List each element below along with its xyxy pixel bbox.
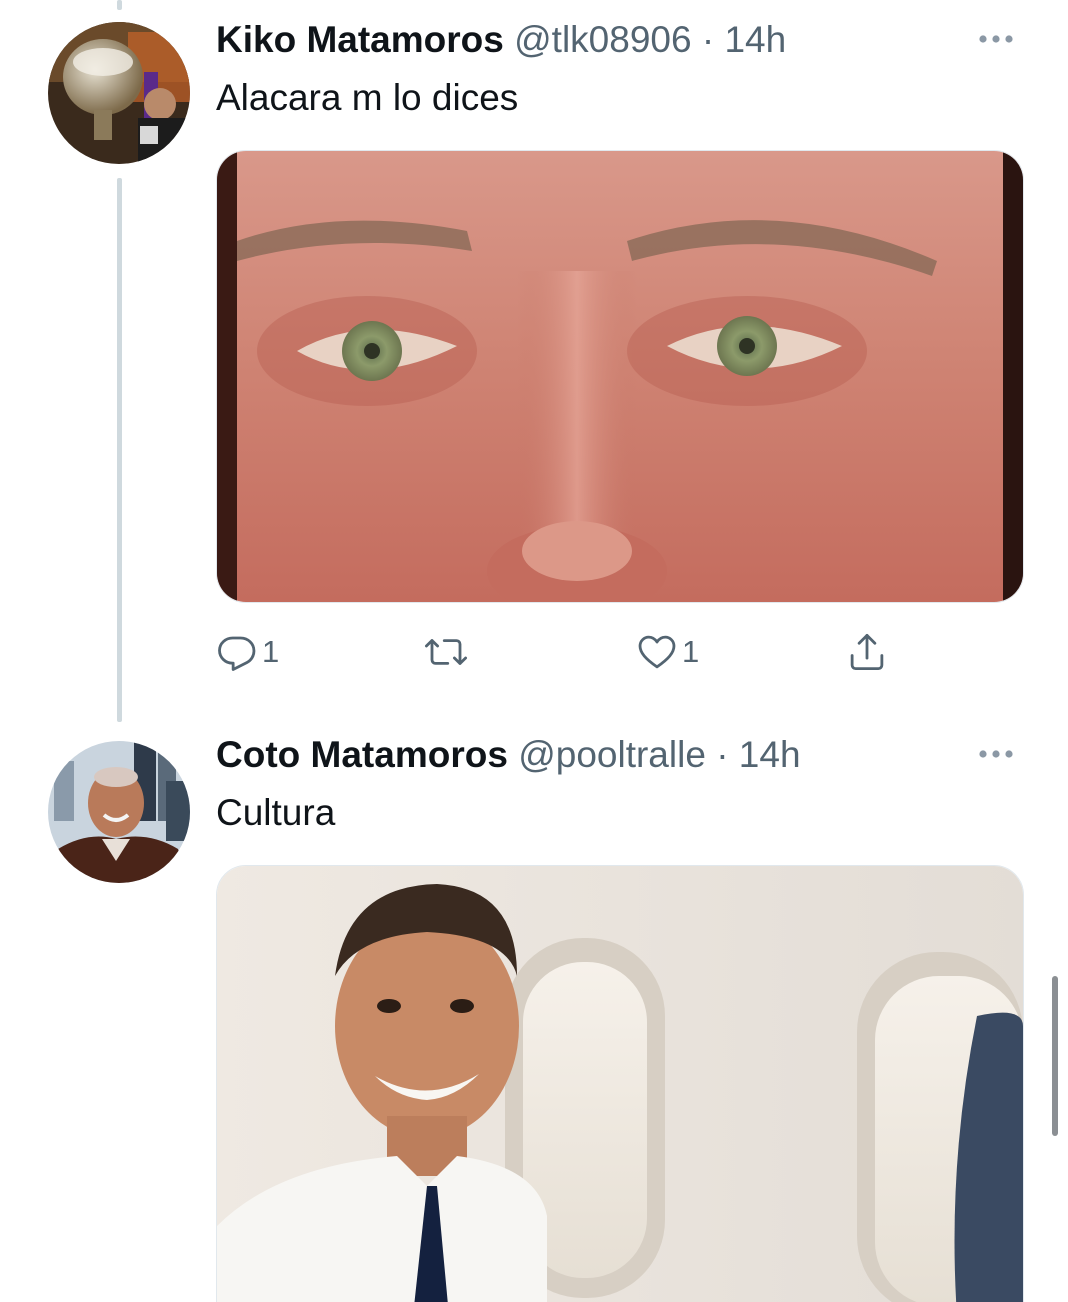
reply-count: 1 (262, 634, 280, 669)
like-icon (636, 631, 678, 673)
scrollbar[interactable] (1052, 976, 1058, 1136)
twitter-thread: Kiko Matamoros @tlk08906 · 14h Alacara m… (0, 0, 1068, 1302)
more-icon[interactable] (976, 32, 1016, 46)
avatar[interactable] (48, 741, 190, 883)
tweet-text: Alacara m lo dices (216, 77, 519, 118)
like-count: 1 (682, 634, 700, 669)
separator-dot: · (716, 734, 729, 775)
reply-button[interactable]: 1 (216, 628, 279, 676)
retweet-icon (422, 631, 470, 673)
tweet-photo[interactable] (216, 150, 1024, 603)
more-icon[interactable] (976, 747, 1016, 761)
tweet-header: Coto Matamoros @pooltralle · 14h (216, 733, 801, 777)
tweet[interactable]: Coto Matamoros @pooltralle · 14h Cultura (0, 715, 1068, 1302)
tweet-text: Cultura (216, 792, 336, 833)
reply-icon (216, 631, 258, 673)
avatar[interactable] (48, 22, 190, 164)
display-name[interactable]: Coto Matamoros (216, 734, 508, 775)
display-name[interactable]: Kiko Matamoros (216, 19, 504, 60)
tweet-photo[interactable] (216, 865, 1024, 1302)
tweet[interactable]: Kiko Matamoros @tlk08906 · 14h Alacara m… (0, 0, 1068, 700)
tweet-header: Kiko Matamoros @tlk08906 · 14h (216, 18, 786, 62)
share-icon (846, 631, 888, 673)
timestamp[interactable]: 14h (724, 19, 786, 60)
user-handle[interactable]: @pooltralle (518, 734, 706, 775)
user-handle[interactable]: @tlk08906 (514, 19, 691, 60)
separator-dot: · (701, 19, 715, 60)
tweet-actions: 1 1 (216, 628, 916, 678)
timestamp[interactable]: 14h (739, 734, 801, 775)
share-button[interactable] (846, 628, 888, 676)
retweet-button[interactable] (422, 628, 474, 676)
like-button[interactable]: 1 (636, 628, 699, 676)
